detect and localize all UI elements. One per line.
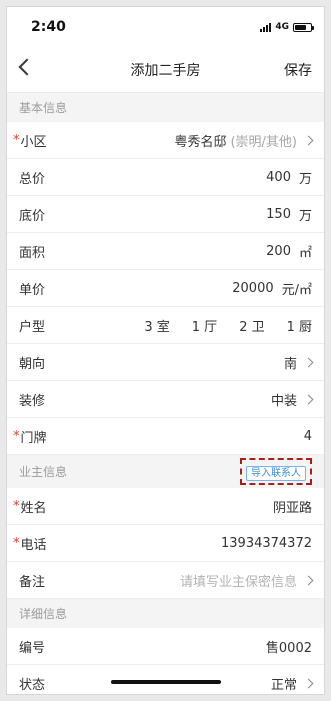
required-mark: * (13, 428, 20, 444)
signal-icon (260, 22, 272, 32)
chevron-right-icon (303, 135, 314, 145)
state-value: 正常 (270, 677, 297, 693)
door-number-label: 门牌 (20, 430, 47, 446)
save-button[interactable]: 保存 (284, 60, 312, 80)
community-district: (崇明/其他) (230, 134, 297, 150)
floor-price-label: 底价 (19, 208, 46, 224)
unit-price-value[interactable]: 20000 (232, 281, 273, 296)
code-label: 编号 (19, 640, 46, 656)
owner-name-label: 姓名 (20, 500, 47, 516)
nav-bar: 添加二手房 保存 (7, 47, 324, 93)
owner-name-row[interactable]: * 姓名 阴亚路 (7, 488, 324, 525)
door-number-row[interactable]: * 门牌 4 (7, 418, 324, 455)
chevron-right-icon (303, 394, 314, 404)
page-title: 添加二手房 (130, 62, 201, 79)
area-unit: ㎡ (298, 245, 312, 261)
decoration-value: 中装 (270, 393, 297, 409)
required-mark: * (13, 535, 20, 551)
total-price-unit: 万 (298, 171, 312, 187)
floor-price-value[interactable]: 150 (266, 207, 291, 222)
owner-phone-value[interactable]: 13934374372 (221, 536, 312, 551)
section-owner-info: 业主信息 导入联系人 (7, 455, 324, 488)
chevron-right-icon (303, 678, 314, 688)
owner-note-label: 备注 (19, 574, 46, 590)
unit-price-label: 单价 (19, 282, 46, 298)
orientation-label: 朝向 (19, 356, 46, 372)
code-row[interactable]: 编号 售0002 (7, 628, 324, 665)
owner-note-row[interactable]: 备注 请填写业主保密信息 (7, 562, 324, 599)
owner-name-value[interactable]: 阴亚路 (273, 497, 312, 516)
chevron-right-icon (303, 575, 314, 585)
door-number-value[interactable]: 4 (304, 429, 312, 444)
owner-phone-row[interactable]: * 电话 13934374372 (7, 525, 324, 562)
decoration-label: 装修 (19, 393, 46, 409)
layout-baths[interactable]: 2 卫 (239, 316, 264, 335)
layout-halls[interactable]: 1 厅 (192, 316, 217, 335)
decoration-row[interactable]: 装修 中装 (7, 381, 324, 418)
owner-phone-label: 电话 (20, 537, 47, 553)
floor-price-unit: 万 (298, 208, 312, 224)
code-value[interactable]: 售0002 (266, 637, 312, 656)
owner-note-placeholder: 请填写业主保密信息 (179, 574, 297, 590)
total-price-label: 总价 (19, 171, 46, 187)
layout-rooms[interactable]: 3 室 (144, 316, 169, 335)
orientation-row[interactable]: 朝向 南 (7, 344, 324, 381)
required-mark: * (13, 132, 20, 148)
battery-icon (293, 22, 314, 32)
layout-row[interactable]: 户型 3 室 1 厅 2 卫 1 厨 (7, 307, 324, 344)
floor-price-row[interactable]: 底价 150 万 (7, 196, 324, 233)
status-icons: 4G (260, 22, 314, 32)
network-label: 4G (275, 22, 289, 32)
community-value: 粤秀名邸 (174, 134, 227, 150)
section-title: 基本信息 (19, 101, 68, 115)
section-title: 详细信息 (19, 607, 68, 621)
status-bar: 2:40 4G (7, 7, 324, 47)
layout-kitchens[interactable]: 1 厨 (287, 316, 312, 335)
area-value[interactable]: 200 (266, 244, 291, 259)
total-price-row[interactable]: 总价 400 万 (7, 159, 324, 196)
area-label: 面积 (19, 245, 46, 261)
layout-label: 户型 (19, 319, 46, 335)
unit-price-row[interactable]: 单价 20000 元/㎡ (7, 270, 324, 307)
import-contact-button[interactable]: 导入联系人 (246, 466, 306, 481)
community-row[interactable]: * 小区 粤秀名邸 (崇明/其他) (7, 122, 324, 159)
section-detail-info: 详细信息 (7, 599, 324, 628)
status-time: 2:40 (31, 19, 66, 35)
total-price-value[interactable]: 400 (266, 170, 291, 185)
community-label: 小区 (20, 134, 47, 150)
required-mark: * (13, 498, 20, 514)
orientation-value: 南 (283, 356, 297, 372)
state-label: 状态 (19, 677, 46, 693)
section-basic-info: 基本信息 (7, 93, 324, 122)
section-title: 业主信息 (19, 465, 68, 479)
chevron-right-icon (303, 357, 314, 367)
import-contact-highlight: 导入联系人 (240, 458, 312, 485)
unit-price-unit: 元/㎡ (281, 282, 312, 298)
area-row[interactable]: 面积 200 ㎡ (7, 233, 324, 270)
back-icon[interactable] (18, 58, 36, 76)
phone-screen: 2:40 4G 添加二手房 保存 基本信息 * 小区 粤秀名邸 (崇明/其他) 总价… (6, 6, 325, 695)
home-indicator[interactable] (110, 680, 221, 684)
